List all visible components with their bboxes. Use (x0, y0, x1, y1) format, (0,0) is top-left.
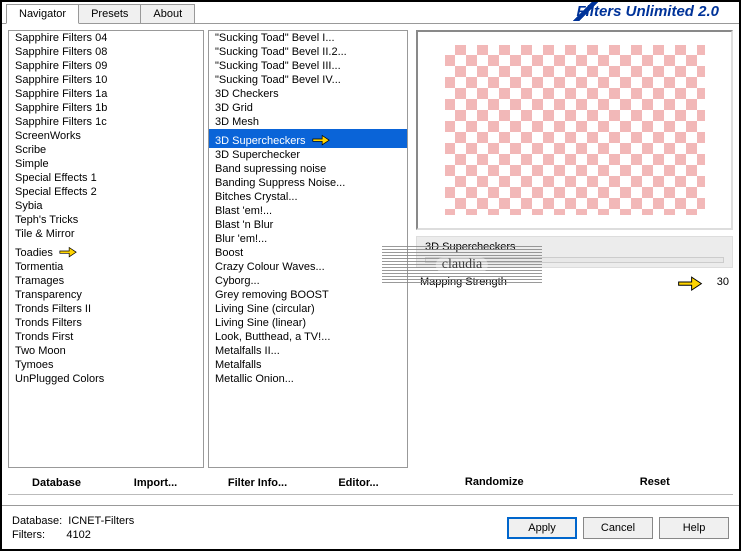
app-title: Filters Unlimited 2.0 (536, 2, 739, 21)
category-item[interactable]: Sapphire Filters 09 (9, 59, 203, 73)
filt-editor-button[interactable]: Editor... (309, 475, 408, 491)
filter-item[interactable]: Metallic Onion... (209, 372, 407, 386)
footer-info: Database: ICNET-Filters Filters: 4102 (12, 514, 134, 542)
category-list[interactable]: Sapphire Filters 04Sapphire Filters 08Sa… (8, 30, 204, 468)
category-item[interactable]: Special Effects 2 (9, 185, 203, 199)
category-item[interactable]: Special Effects 1 (9, 171, 203, 185)
filter-item[interactable]: Blast 'em!... (209, 204, 407, 218)
apply-button[interactable]: Apply (507, 517, 577, 539)
filter-item[interactable]: Bitches Crystal... (209, 190, 407, 204)
filter-item[interactable]: Grey removing BOOST (209, 288, 407, 302)
filter-list[interactable]: "Sucking Toad" Bevel I..."Sucking Toad" … (208, 30, 408, 468)
param-label: Mapping Strength (420, 276, 699, 288)
cancel-button[interactable]: Cancel (583, 517, 653, 539)
category-item[interactable]: Tronds Filters (9, 316, 203, 330)
preview-image (445, 45, 705, 215)
tab-presets[interactable]: Presets (78, 4, 141, 23)
filter-item[interactable]: Look, Butthead, a TV!... (209, 330, 407, 344)
filter-item[interactable]: Blur 'em!... (209, 232, 407, 246)
cat-import-button[interactable]: Import... (107, 475, 204, 491)
filter-item[interactable]: 3D Supercheckers (209, 129, 407, 148)
category-item[interactable]: Toadies (9, 241, 203, 260)
category-item[interactable]: Sapphire Filters 10 (9, 73, 203, 87)
pointer-icon (310, 132, 332, 146)
filter-item[interactable]: "Sucking Toad" Bevel IV... (209, 73, 407, 87)
category-item[interactable]: Sapphire Filters 1b (9, 101, 203, 115)
category-item[interactable]: Tronds Filters II (9, 302, 203, 316)
filter-item[interactable]: Cyborg... (209, 274, 407, 288)
filter-item[interactable]: Blast 'n Blur (209, 218, 407, 232)
filter-item[interactable]: 3D Superchecker (209, 148, 407, 162)
cat-database-button[interactable]: Database (8, 475, 105, 491)
filter-item[interactable]: 3D Mesh (209, 115, 407, 129)
category-item[interactable]: Tile & Mirror (9, 227, 203, 241)
filter-item[interactable]: Metalfalls (209, 358, 407, 372)
category-item[interactable]: Two Moon (9, 344, 203, 358)
filter-item[interactable]: "Sucking Toad" Bevel I... (209, 31, 407, 45)
category-item[interactable]: Teph's Tricks (9, 213, 203, 227)
filters-value: 4102 (66, 529, 90, 541)
db-label: Database: (12, 515, 62, 527)
category-item[interactable]: Sybia (9, 199, 203, 213)
tab-bar: NavigatorPresetsAbout (2, 4, 194, 23)
filter-item[interactable]: Metalfalls II... (209, 344, 407, 358)
category-item[interactable]: UnPlugged Colors (9, 372, 203, 386)
filter-item[interactable]: Banding Suppress Noise... (209, 176, 407, 190)
filter-item[interactable]: 3D Checkers (209, 87, 407, 101)
category-item[interactable]: Tronds First (9, 330, 203, 344)
category-item[interactable]: ScreenWorks (9, 129, 203, 143)
title-slider[interactable] (425, 257, 724, 263)
category-item[interactable]: Transparency (9, 288, 203, 302)
filter-item[interactable]: Living Sine (linear) (209, 316, 407, 330)
category-item[interactable]: Tormentia (9, 260, 203, 274)
tab-about[interactable]: About (140, 4, 195, 23)
filter-title-text: 3D Supercheckers (425, 241, 516, 253)
param-randomize-button[interactable]: Randomize (416, 474, 573, 490)
category-item[interactable]: Sapphire Filters 04 (9, 31, 203, 45)
filter-item[interactable]: Band supressing noise (209, 162, 407, 176)
category-item[interactable]: Simple (9, 157, 203, 171)
category-item[interactable]: Sapphire Filters 08 (9, 45, 203, 59)
pointer-icon (57, 244, 79, 258)
param-value: 30 (705, 276, 729, 288)
category-item[interactable]: Sapphire Filters 1c (9, 115, 203, 129)
filter-item[interactable]: Crazy Colour Waves... (209, 260, 407, 274)
preview-area (416, 30, 733, 230)
category-item[interactable]: Sapphire Filters 1a (9, 87, 203, 101)
filter-item[interactable]: 3D Grid (209, 101, 407, 115)
db-value: ICNET-Filters (68, 515, 134, 527)
filter-item[interactable]: "Sucking Toad" Bevel II.2... (209, 45, 407, 59)
filt-filter-info-button[interactable]: Filter Info... (208, 475, 307, 491)
help-button[interactable]: Help (659, 517, 729, 539)
category-item[interactable]: Tymoes (9, 358, 203, 372)
filter-item[interactable]: Living Sine (circular) (209, 302, 407, 316)
param-reset-button[interactable]: Reset (577, 474, 734, 490)
filters-label: Filters: (12, 529, 45, 541)
tab-navigator[interactable]: Navigator (6, 4, 79, 24)
category-item[interactable]: Tramages (9, 274, 203, 288)
category-item[interactable]: Scribe (9, 143, 203, 157)
filter-item[interactable]: Boost (209, 246, 407, 260)
filter-title: 3D Supercheckers (416, 236, 733, 268)
filter-item[interactable]: "Sucking Toad" Bevel III... (209, 59, 407, 73)
